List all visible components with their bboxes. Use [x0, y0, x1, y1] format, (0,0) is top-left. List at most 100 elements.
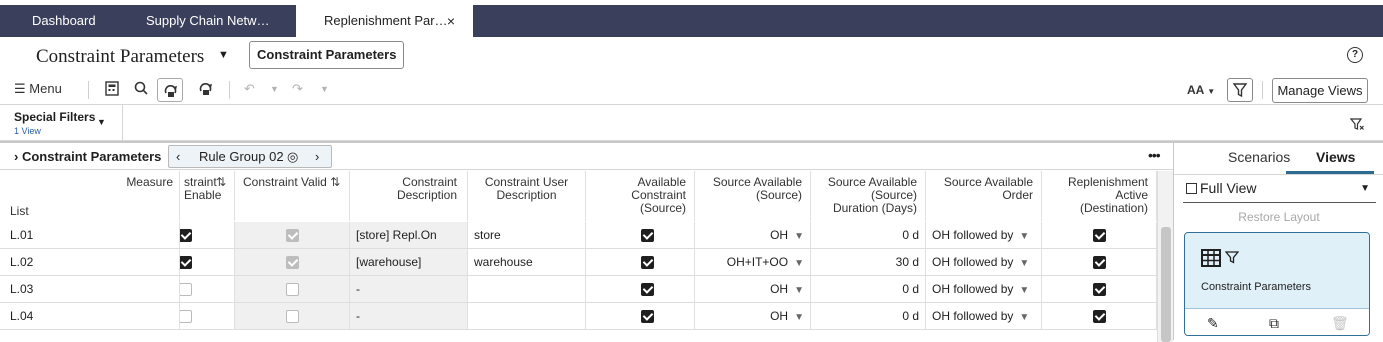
active-cell[interactable] — [1042, 249, 1157, 275]
target-icon[interactable]: ◎ — [287, 146, 298, 167]
trash-icon[interactable]: 🗑 — [1331, 315, 1349, 332]
tab-supply-chain-network[interactable]: Supply Chain Netw… — [118, 5, 296, 37]
col-source-order[interactable]: Source Available Order — [926, 171, 1042, 221]
menu-button[interactable]: ☰ Menu — [14, 81, 62, 97]
available-cell[interactable] — [586, 303, 695, 329]
user-description-cell[interactable]: store — [468, 222, 586, 248]
checkbox[interactable] — [1092, 283, 1106, 297]
chevron-down-icon[interactable]: ▼ — [1019, 285, 1029, 296]
checkbox[interactable] — [640, 256, 654, 270]
table-row[interactable]: L.01 [store] Repl.On store OH ▼ 0 d OH fo… — [0, 222, 1157, 249]
special-filters-label[interactable]: Special Filters — [14, 110, 95, 124]
col-replenishment-active[interactable]: Replenishment Active (Destination) — [1042, 171, 1157, 221]
table-row[interactable]: L.02 [warehouse] warehouse OH+IT+OO ▼ 30 … — [0, 249, 1157, 276]
sort-icon[interactable]: ⇅ — [330, 175, 340, 189]
enable-cell[interactable] — [180, 303, 235, 329]
checkbox[interactable] — [1092, 256, 1106, 270]
tab-replenishment-parameters[interactable]: Replenishment Par… × — [296, 5, 473, 37]
source-available-cell[interactable]: OH+IT+OO ▼ — [695, 249, 811, 275]
rule-group-selector[interactable]: ‹ Rule Group 02 ◎ › — [168, 145, 332, 168]
chevron-down-icon[interactable]: ▼ — [794, 258, 804, 269]
calculator-icon[interactable] — [105, 81, 119, 99]
available-cell[interactable] — [586, 222, 695, 248]
help-icon[interactable]: ? — [1347, 47, 1363, 63]
edit-icon[interactable]: ✎ — [1207, 315, 1219, 332]
active-cell[interactable] — [1042, 276, 1157, 302]
chevron-down-icon[interactable]: ▼ — [794, 231, 804, 242]
vertical-scrollbar[interactable] — [1157, 171, 1173, 342]
order-cell[interactable]: OH followed by ▼ — [926, 276, 1042, 302]
source-available-cell[interactable]: OH ▼ — [695, 303, 811, 329]
source-available-cell[interactable]: OH ▼ — [695, 276, 811, 302]
checkbox[interactable] — [640, 229, 654, 243]
filter-button[interactable] — [1227, 78, 1253, 102]
enable-cell[interactable] — [180, 222, 235, 248]
col-constraint-valid[interactable]: Constraint Valid ⇅ — [235, 171, 350, 221]
view-select[interactable]: Full View ▼ — [1183, 176, 1376, 203]
restore-layout-button[interactable]: Restore Layout — [1174, 210, 1383, 224]
chevron-down-icon[interactable]: ▼ — [218, 49, 229, 61]
order-cell[interactable]: OH followed by ▼ — [926, 222, 1042, 248]
redo-icon[interactable]: ↷ — [292, 81, 303, 97]
available-cell[interactable] — [586, 276, 695, 302]
col-source-available[interactable]: Source Available (Source) — [695, 171, 811, 221]
active-cell[interactable] — [1042, 303, 1157, 329]
chevron-down-icon[interactable]: ▼ — [794, 312, 804, 323]
scrollbar-thumb[interactable] — [1161, 227, 1171, 342]
duration-cell[interactable]: 0 d — [811, 222, 926, 248]
duration-cell[interactable]: 0 d — [811, 276, 926, 302]
available-cell[interactable] — [586, 249, 695, 275]
chevron-left-icon[interactable]: ‹ — [176, 146, 180, 167]
close-icon[interactable]: × — [447, 5, 455, 37]
user-description-cell[interactable] — [468, 303, 586, 329]
col-source-duration[interactable]: Source Available (Source) Duration (Days… — [811, 171, 926, 221]
order-cell[interactable]: OH followed by ▼ — [926, 249, 1042, 275]
view-card[interactable]: Constraint Parameters ✎ ⧉ 🗑 — [1184, 232, 1370, 336]
enable-cell[interactable] — [180, 276, 235, 302]
user-description-cell[interactable]: warehouse — [468, 249, 586, 275]
checkbox[interactable] — [180, 229, 192, 243]
table-row[interactable]: L.03 - OH ▼ 0 d OH followed by ▼ — [0, 276, 1157, 303]
checkbox[interactable] — [640, 310, 654, 324]
duration-cell[interactable]: 30 d — [811, 249, 926, 275]
tab-dashboard[interactable]: Dashboard — [0, 5, 118, 37]
user-description-cell[interactable] — [468, 276, 586, 302]
checkbox[interactable] — [180, 256, 192, 270]
clear-filter-icon[interactable] — [1349, 117, 1364, 134]
undo-icon[interactable]: ↶ — [244, 81, 255, 97]
checkbox[interactable] — [180, 283, 192, 297]
table-row[interactable]: L.04 - OH ▼ 0 d OH followed by ▼ — [0, 303, 1157, 330]
checkbox[interactable] — [640, 283, 654, 297]
active-cell[interactable] — [1042, 222, 1157, 248]
col-constraint-description[interactable]: Constraint Description — [350, 171, 468, 221]
duration-cell[interactable]: 0 d — [811, 303, 926, 329]
order-cell[interactable]: OH followed by ▼ — [926, 303, 1042, 329]
chevron-down-icon[interactable]: ▼ — [1019, 231, 1029, 242]
checkbox[interactable] — [1092, 310, 1106, 324]
manage-views-button[interactable]: Manage Views — [1272, 78, 1368, 103]
grid-title[interactable]: › Constraint Parameters — [14, 149, 161, 164]
refresh-icon[interactable] — [157, 78, 183, 102]
sort-icon[interactable]: ⇅ — [216, 176, 226, 189]
constraint-parameters-button[interactable]: Constraint Parameters — [249, 41, 405, 69]
font-size-icon[interactable]: AA ▼ — [1187, 83, 1215, 97]
source-available-cell[interactable]: OH ▼ — [695, 222, 811, 248]
tab-scenarios[interactable]: Scenarios — [1228, 149, 1290, 165]
duplicate-icon[interactable]: ⧉ — [1269, 315, 1279, 332]
col-available-constraint[interactable]: Available Constraint (Source) — [586, 171, 695, 221]
search-icon[interactable] — [134, 81, 148, 98]
enable-cell[interactable] — [180, 249, 235, 275]
chevron-down-icon[interactable]: ▼ — [1019, 258, 1029, 269]
view-card-body[interactable]: Constraint Parameters — [1185, 233, 1369, 308]
chevron-down-icon[interactable]: ▼ — [320, 84, 329, 94]
more-options-icon[interactable]: ••• — [1148, 147, 1161, 163]
chevron-down-icon[interactable]: ▼ — [1019, 312, 1029, 323]
sync-icon[interactable] — [198, 81, 213, 99]
chevron-right-icon[interactable]: › — [315, 146, 319, 167]
col-constraint-enable[interactable]: straint Enable ⇅ — [180, 171, 235, 221]
checkbox[interactable] — [1092, 229, 1106, 243]
chevron-down-icon[interactable]: ▼ — [270, 84, 279, 94]
tab-views[interactable]: Views — [1316, 149, 1355, 165]
col-constraint-user-description[interactable]: Constraint User Description — [468, 171, 586, 221]
chevron-down-icon[interactable]: ▼ — [794, 285, 804, 296]
